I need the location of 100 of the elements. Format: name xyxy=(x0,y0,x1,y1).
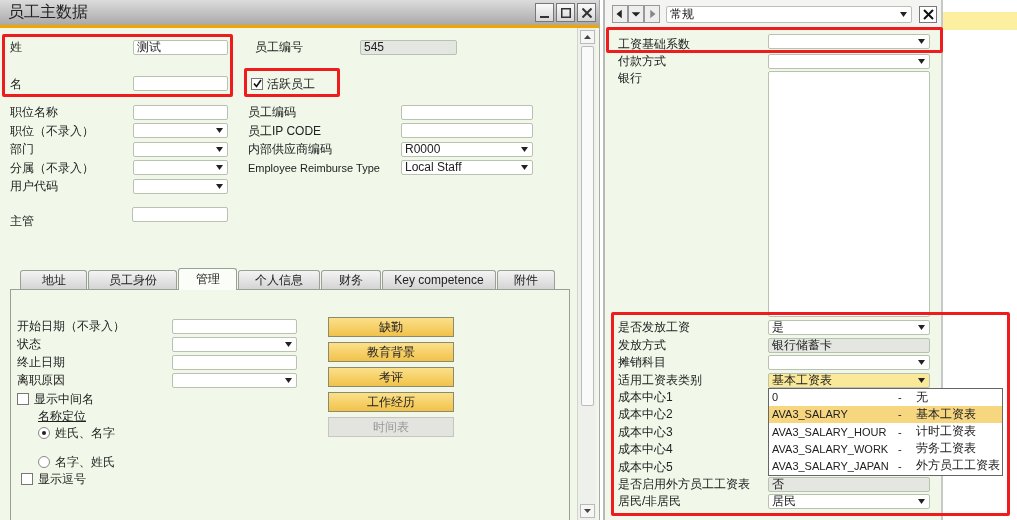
field-label: 是否发放工资 xyxy=(618,320,691,336)
caret-icon xyxy=(284,340,293,348)
field-label: 成本中心1 xyxy=(618,389,674,405)
checkbox-label: 活跃员工 xyxy=(267,76,315,91)
field-label: 主管 xyxy=(10,214,35,228)
minimize-icon xyxy=(540,16,549,18)
field-label: 姓 xyxy=(10,40,23,55)
field-label: 成本中心3 xyxy=(618,424,674,440)
caret-icon xyxy=(215,182,224,190)
field-label: 发放方式 xyxy=(618,337,667,353)
input-field[interactable] xyxy=(172,318,297,334)
input-field[interactable] xyxy=(133,104,228,120)
caret-icon xyxy=(520,164,529,172)
action-button[interactable]: 教育背景 xyxy=(328,342,454,362)
close-button[interactable] xyxy=(577,3,596,22)
dropdown-field[interactable] xyxy=(133,123,228,139)
scroll-down-button[interactable] xyxy=(579,504,595,518)
input-field[interactable] xyxy=(401,104,533,120)
action-button[interactable]: 工作经历 xyxy=(328,392,454,412)
tab[interactable]: 地址 xyxy=(20,270,87,289)
tab[interactable]: 附件 xyxy=(497,270,555,289)
tab[interactable]: 个人信息 xyxy=(238,270,320,289)
group-title: 名称定位 xyxy=(38,408,86,423)
list-option[interactable]: AVA3_SALARY - 基本工资表 xyxy=(769,405,1002,423)
field-label: 工资基础系数 xyxy=(618,37,691,52)
checkbox[interactable] xyxy=(17,392,29,405)
dropdown-field[interactable]: 基本工资表 xyxy=(768,372,930,388)
checkbox[interactable] xyxy=(251,77,263,90)
readonly-field: 否 xyxy=(768,476,930,492)
input-field[interactable]: 测试 xyxy=(133,39,228,55)
checkbox-label: 显示中间名 xyxy=(34,391,94,406)
dropdown-field[interactable] xyxy=(133,178,228,194)
list-option[interactable]: AVA3_SALARY_HOUR - 计时工资表 xyxy=(769,422,1002,441)
dropdown-field[interactable] xyxy=(768,54,930,69)
field-label: 名 xyxy=(10,76,23,91)
field-label: 是否启用外方员工工资表 xyxy=(618,476,751,492)
text-area[interactable] xyxy=(768,71,930,318)
minimize-button[interactable] xyxy=(535,3,554,22)
field-label: 用户代码 xyxy=(10,179,59,194)
scrollbar-thumb[interactable] xyxy=(580,46,594,406)
action-button[interactable]: 缺勤 xyxy=(328,317,454,337)
caret-icon xyxy=(215,164,224,172)
previous-icon[interactable] xyxy=(612,5,628,23)
close-button[interactable] xyxy=(919,5,937,23)
dropdown-field[interactable] xyxy=(133,160,228,176)
dropdown-field[interactable]: 是 xyxy=(768,320,930,336)
dropdown-field[interactable]: 居民 xyxy=(768,494,930,510)
caret-icon xyxy=(284,376,293,384)
dropdown-field[interactable]: Local Staff xyxy=(401,160,533,176)
close-icon xyxy=(581,7,592,18)
dropdown-field[interactable] xyxy=(768,34,930,49)
field-label: 内部供应商编码 xyxy=(248,142,333,157)
field-label: 成本中心4 xyxy=(618,442,674,458)
scroll-up-button[interactable] xyxy=(579,30,595,44)
tab[interactable]: 管理 xyxy=(178,268,237,290)
list-option[interactable]: 0 - 无 xyxy=(769,388,1002,406)
maximize-button[interactable] xyxy=(556,3,575,22)
field-label: Employee Reimburse Type xyxy=(248,160,381,175)
field-label: 终止日期 xyxy=(17,355,66,369)
tab[interactable]: Key competence xyxy=(382,270,496,289)
input-field[interactable] xyxy=(401,123,533,139)
caret-icon xyxy=(215,127,224,135)
dropdown-field[interactable] xyxy=(133,141,228,157)
input-field[interactable] xyxy=(133,76,228,92)
field-label: 居民/非居民 xyxy=(618,494,683,510)
radio-label: 名字、姓氏 xyxy=(55,454,115,469)
dropdown-field[interactable]: 常规 xyxy=(665,5,913,23)
field-label: 成本中心5 xyxy=(618,459,674,475)
readonly-field: 银行储蓄卡 xyxy=(768,337,930,353)
action-button[interactable]: 考评 xyxy=(328,367,454,387)
tab[interactable]: 员工身份 xyxy=(88,270,177,289)
caret-icon xyxy=(899,10,909,18)
radio-button[interactable] xyxy=(38,426,50,439)
maximize-icon xyxy=(560,7,571,18)
dropdown-field[interactable] xyxy=(172,372,297,388)
window-title: 员工主数据 xyxy=(8,2,89,22)
caret-icon xyxy=(520,145,529,153)
dropdown-field[interactable] xyxy=(768,355,930,371)
tab[interactable]: 财务 xyxy=(321,270,381,289)
radio-button[interactable] xyxy=(38,455,50,468)
field-label: 员工IP CODE xyxy=(248,123,323,138)
field-label: 付款方式 xyxy=(618,54,667,69)
caret-icon xyxy=(917,38,926,45)
caret-icon xyxy=(215,145,224,153)
field-label: 成本中心2 xyxy=(618,407,674,423)
checkbox-label: 显示逗号 xyxy=(38,471,86,486)
field-label: 摊销科目 xyxy=(618,355,667,371)
field-label: 职位名称 xyxy=(10,105,59,120)
checkbox[interactable] xyxy=(21,472,33,485)
dropdown-field[interactable] xyxy=(172,336,297,352)
input-field[interactable] xyxy=(172,354,297,370)
list-option[interactable]: AVA3_SALARY_WORK - 劳务工资表 xyxy=(769,440,1002,458)
list-option[interactable]: AVA3_SALARY_JAPAN - 外方员工工资表 xyxy=(769,457,1002,475)
field-label: 离职原因 xyxy=(17,373,66,387)
field-label: 部门 xyxy=(10,142,35,157)
field-label: 开始日期（不录入） xyxy=(17,319,126,333)
readonly-field: 545 xyxy=(360,39,457,55)
dropdown-field[interactable]: R0000 xyxy=(401,141,533,157)
input-field[interactable] xyxy=(132,207,228,222)
radio-label: 姓氏、名字 xyxy=(55,425,115,440)
